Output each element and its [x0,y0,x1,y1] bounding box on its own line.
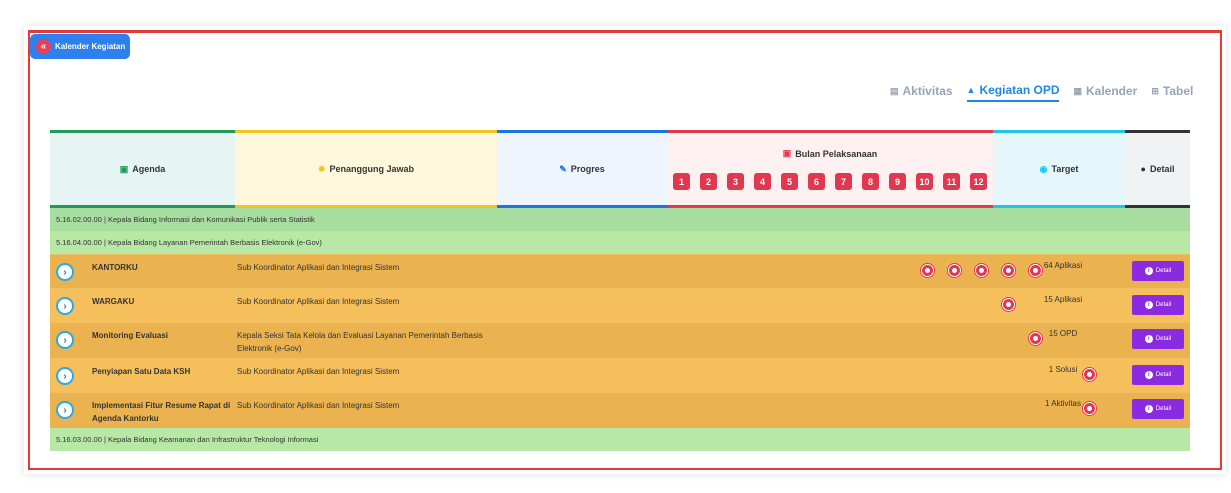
row-agenda: Monitoring Evaluasi [92,331,169,340]
list-icon: ▤ [890,85,899,96]
detail-button-label: Detail [1155,268,1172,274]
section-label: 5.16.04.00.00 | Kepala Bidang Layanan Pe… [56,238,322,247]
view-tabs: ▤ Aktivitas ▲ Kegiatan OPD ▦ Kalender ⊞ … [890,83,1193,102]
month-badge: 9 [889,173,906,190]
month-badge: 6 [808,173,825,190]
tab-tabel-label: Tabel [1162,84,1194,98]
month-badges: 1 2 3 4 5 6 7 8 9 10 11 12 [673,173,987,190]
header-target-label: Target [1051,164,1079,174]
month-indicator-dot [921,264,934,277]
row-target: 1 Aktivitas [1044,399,1081,408]
detail-button[interactable]: i Detail [1132,295,1184,315]
month-badge: 10 [916,173,933,190]
kegiatan-table: ▣ Agenda ✸ Penanggung Jawab ✎ Progres ▣ … [50,130,1190,451]
month-badge: 3 [727,173,744,190]
month-badge: 11 [943,173,960,190]
table-row: › Penyiapan Satu Data KSH Sub Koordinato… [50,358,1190,392]
month-badge: 8 [862,173,879,190]
row-agenda: WARGAKU [92,297,135,306]
tab-kegiatan-opd-label: Kegiatan OPD [979,83,1060,97]
tab-kalender[interactable]: ▦ Kalender [1073,84,1137,101]
edit-icon: ✎ [559,163,567,174]
expand-chevron-icon[interactable]: › [56,367,74,385]
row-target: 1 Solusi [1048,365,1078,374]
row-agenda: Implementasi Fitur Resume Rapat di Agend… [92,401,231,423]
detail-button-label: Detail [1155,406,1172,412]
section-row: 5.16.03.00.00 | Kepala Bidang Keamanan d… [50,428,1190,451]
info-icon: i [1144,405,1153,413]
header-progres-label: Progres [570,164,605,174]
header-bulan-pelaksanaan: ▣ Bulan Pelaksanaan 1 2 3 4 5 6 7 8 9 10… [667,130,993,208]
detail-button-label: Detail [1155,372,1172,378]
table-row: › Implementasi Fitur Resume Rapat di Age… [50,392,1190,428]
calendar-icon: ▣ [782,148,792,158]
section-row: 5.16.04.00.00 | Kepala Bidang Layanan Pe… [50,231,1190,254]
expand-chevron-icon[interactable]: › [56,297,74,315]
table-row: › WARGAKU Sub Koordinator Aplikasi dan I… [50,288,1190,322]
detail-button[interactable]: i Detail [1132,365,1184,385]
section-label: 5.16.02.00.00 | Kepala Bidang Informasi … [56,215,315,224]
row-agenda: Penyiapan Satu Data KSH [92,367,191,376]
month-indicator-dot [975,264,988,277]
row-target: 15 Aplikasi [1043,295,1083,304]
expand-chevron-icon[interactable]: › [56,331,74,349]
section-label: 5.16.03.00.00 | Kepala Bidang Keamanan d… [56,435,319,444]
row-target: 64 Aplikasi [1043,261,1083,270]
detail-button-label: Detail [1155,336,1172,342]
table-icon: ⊞ [1151,85,1159,96]
info-icon: i [1144,301,1153,309]
kalender-kegiatan-button[interactable]: « Kalender Kegiatan [30,34,130,59]
info-icon: ● [1140,164,1146,174]
detail-button[interactable]: i Detail [1132,261,1184,281]
users-icon: ✸ [317,163,326,174]
header-penanggung-jawab: ✸ Penanggung Jawab [235,130,497,208]
info-icon: i [1144,371,1153,379]
section-row: 5.16.02.00.00 | Kepala Bidang Informasi … [50,208,1190,231]
detail-button-label: Detail [1155,302,1172,308]
row-target: 15 OPD [1048,329,1078,338]
header-pj-label: Penanggung Jawab [329,164,415,174]
month-badge: 1 [673,173,690,190]
row-pj: Kepala Seksi Tata Kelola dan Evaluasi La… [237,331,483,353]
expand-chevron-icon[interactable]: › [56,401,74,419]
month-badge: 2 [700,173,717,190]
detail-button[interactable]: i Detail [1132,329,1184,349]
target-icon: ◉ [1039,163,1048,174]
table-header: ▣ Agenda ✸ Penanggung Jawab ✎ Progres ▣ … [50,130,1190,208]
row-pj: Sub Koordinator Aplikasi dan Integrasi S… [237,367,400,376]
month-badge: 4 [754,173,771,190]
row-pj: Sub Koordinator Aplikasi dan Integrasi S… [237,401,400,410]
info-icon: i [1144,335,1153,343]
header-detail-label: Detail [1149,164,1175,174]
month-badge: 12 [970,173,987,190]
info-icon: i [1144,267,1153,275]
tab-aktivitas-label: Aktivitas [902,84,953,98]
row-pj: Sub Koordinator Aplikasi dan Integrasi S… [237,263,400,272]
header-target: ◉ Target [993,130,1125,208]
header-bulan-label: Bulan Pelaksanaan [795,148,878,159]
tab-aktivitas[interactable]: ▤ Aktivitas [890,84,953,101]
building-icon: ▲ [966,85,976,95]
kalender-kegiatan-label: Kalender Kegiatan [55,42,126,51]
tab-tabel[interactable]: ⊞ Tabel [1151,84,1193,101]
detail-button[interactable]: i Detail [1132,399,1184,419]
month-indicator-dot [948,264,961,277]
expand-chevron-icon[interactable]: › [56,263,74,281]
header-agenda-label: Agenda [132,164,166,174]
table-row: › Monitoring Evaluasi Kepala Seksi Tata … [50,322,1190,358]
tab-kalender-label: Kalender [1086,84,1138,98]
table-row: › KANTORKU Sub Koordinator Aplikasi dan … [50,254,1190,288]
double-chevron-left-icon: « [36,39,51,54]
row-pj: Sub Koordinator Aplikasi dan Integrasi S… [237,297,400,306]
month-badge: 7 [835,173,852,190]
book-icon: ▣ [119,163,129,174]
month-badge: 5 [781,173,798,190]
tab-kegiatan-opd[interactable]: ▲ Kegiatan OPD [966,83,1060,102]
header-progres: ✎ Progres [497,130,667,208]
calendar-icon: ▦ [1073,85,1082,96]
row-agenda: KANTORKU [92,263,138,272]
header-detail: ● Detail [1125,130,1190,208]
header-agenda: ▣ Agenda [50,130,235,208]
